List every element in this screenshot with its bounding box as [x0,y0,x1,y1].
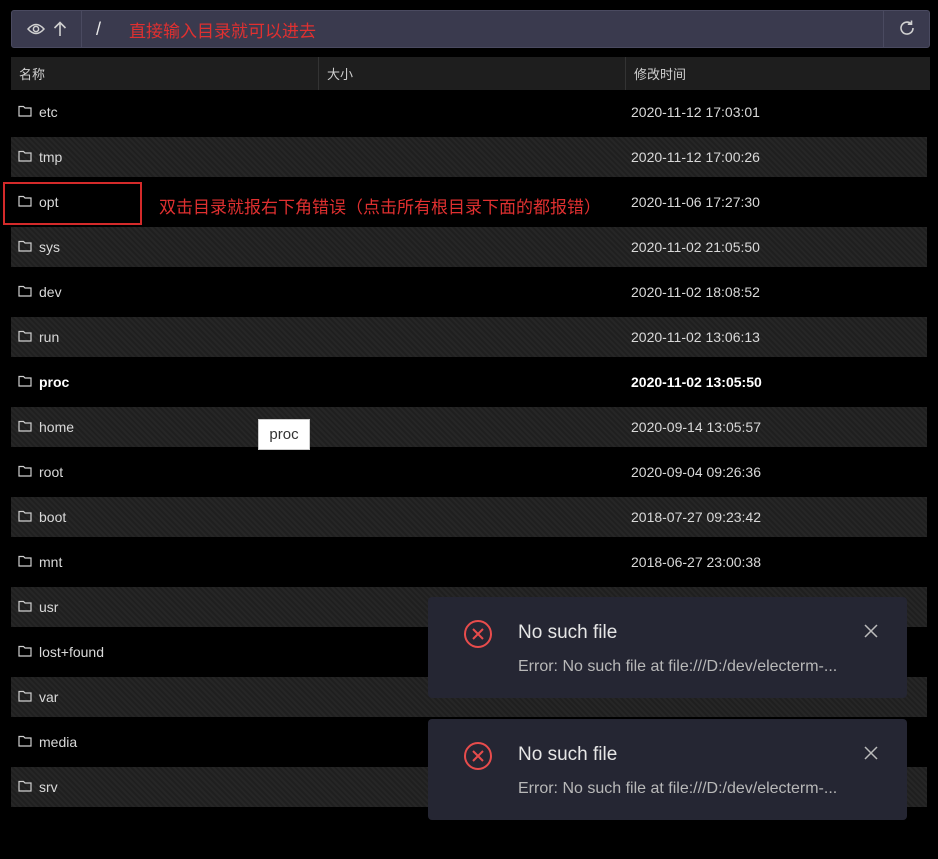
folder-icon [18,284,39,300]
file-list-header: 名称 大小 修改时间 [11,57,930,90]
file-modified: 2018-06-27 23:00:38 [631,554,761,570]
toolbar-left-group [12,11,82,47]
path-annotation: 直接输入目录就可以进去 [129,21,317,42]
folder-icon [18,779,39,795]
error-notification: No such file Error: No such file at file… [428,597,907,698]
file-name: root [39,464,64,480]
column-header-modified[interactable]: 修改时间 [625,57,930,90]
annotation-opt-note: 双击目录就报右下角错误（点击所有根目录下面的都报错） [159,198,601,218]
path-input[interactable]: / 直接输入目录就可以进去 [82,11,883,47]
file-name: sys [39,239,60,255]
file-modified: 2020-11-02 18:08:52 [631,284,760,300]
folder-icon [18,644,39,660]
file-name: proc [39,374,70,390]
file-row[interactable]: boot 2018-07-27 09:23:42 [11,497,927,537]
file-name: home [39,419,75,435]
file-row[interactable]: dev 2020-11-02 18:08:52 [11,272,927,312]
error-notification: No such file Error: No such file at file… [428,719,907,820]
file-row[interactable]: proc 2020-11-02 13:05:50 [11,362,927,402]
folder-icon [18,419,39,435]
hover-tooltip: proc [258,419,310,450]
folder-icon [18,329,39,345]
eye-icon[interactable] [26,22,45,36]
file-name: etc [39,104,58,120]
file-name-cell: sys [11,239,625,255]
file-modified: 2020-11-02 13:05:50 [631,374,762,390]
file-modified: 2020-11-02 13:06:13 [631,329,760,345]
error-circle-icon [463,741,493,774]
file-name: run [39,329,60,345]
file-name-cell: home [11,419,625,435]
file-name: boot [39,509,67,525]
file-row[interactable]: run 2020-11-02 13:06:13 [11,317,927,357]
folder-icon [18,689,39,705]
file-name-cell: dev [11,284,625,300]
file-name-cell: tmp [11,149,625,165]
file-name-cell: root [11,464,625,480]
error-circle-icon [463,619,493,652]
refresh-icon [898,19,916,40]
arrow-up-icon[interactable] [53,21,67,37]
file-name-cell: run [11,329,625,345]
file-row[interactable]: etc 2020-11-12 17:03:01 [11,92,927,132]
folder-icon [18,599,39,615]
folder-icon [18,104,39,120]
refresh-button[interactable] [883,11,929,47]
close-icon[interactable] [863,745,879,764]
file-name: var [39,689,59,705]
folder-icon [18,374,39,390]
file-row[interactable]: tmp 2020-11-12 17:00:26 [11,137,927,177]
file-modified: 2020-11-12 17:03:01 [631,104,760,120]
close-icon[interactable] [863,623,879,642]
file-modified: 2020-11-02 21:05:50 [631,239,760,255]
file-name-cell: mnt [11,554,625,570]
file-name: usr [39,599,59,615]
folder-icon [18,554,39,570]
file-name: tmp [39,149,63,165]
notification-title: No such file [518,622,618,643]
file-modified: 2018-07-27 09:23:42 [631,509,761,525]
notification-title: No such file [518,744,618,765]
file-name-cell: boot [11,509,625,525]
file-row[interactable]: mnt 2018-06-27 23:00:38 [11,542,927,582]
folder-icon [18,464,39,480]
file-name: srv [39,779,58,795]
file-modified: 2020-09-04 09:26:36 [631,464,761,480]
file-modified: 2020-11-06 17:27:30 [631,194,760,210]
folder-icon [18,149,39,165]
file-name: media [39,734,78,750]
file-modified: 2020-09-14 13:05:57 [631,419,761,435]
file-name-cell: etc [11,104,625,120]
folder-icon [18,509,39,525]
address-bar: / 直接输入目录就可以进去 [11,10,930,48]
folder-icon [18,734,39,750]
annotation-highlight-box [3,182,142,225]
file-name: lost+found [39,644,104,660]
folder-icon [18,239,39,255]
file-row[interactable]: root 2020-09-04 09:26:36 [11,452,927,492]
file-row[interactable]: home 2020-09-14 13:05:57 [11,407,927,447]
notification-message: Error: No such file at file:///D:/dev/el… [518,658,838,675]
file-row[interactable]: sys 2020-11-02 21:05:50 [11,227,927,267]
path-value: / [96,18,102,39]
file-name: dev [39,284,62,300]
file-name-cell: proc [11,374,625,390]
file-name: mnt [39,554,63,570]
column-header-size[interactable]: 大小 [318,57,625,90]
notification-message: Error: No such file at file:///D:/dev/el… [518,780,838,797]
column-header-name[interactable]: 名称 [11,57,318,90]
file-modified: 2020-11-12 17:00:26 [631,149,760,165]
